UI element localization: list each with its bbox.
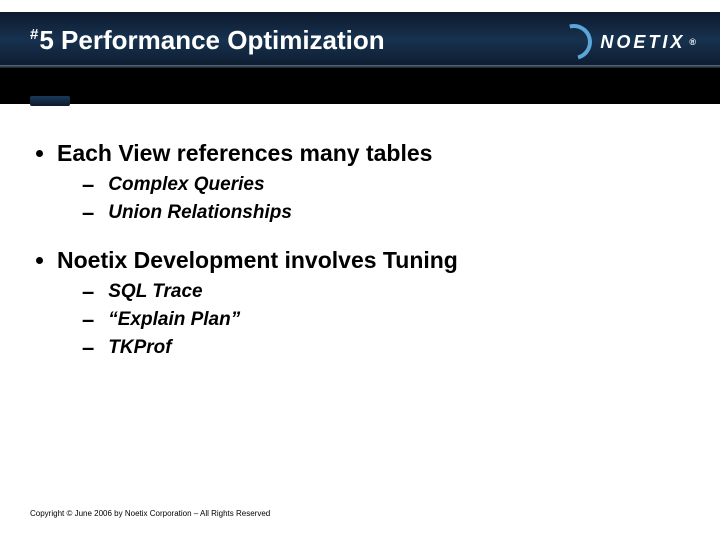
sub-text: Union Relationships	[108, 201, 292, 225]
slide-title: #5 Performance Optimization	[30, 25, 385, 56]
sub-list: –SQL Trace –“Explain Plan” –TKProf	[82, 280, 690, 360]
dash-icon: –	[82, 201, 94, 225]
list-item: –SQL Trace	[82, 280, 690, 304]
list-item: Each View references many tables –Comple…	[36, 140, 690, 225]
registered-mark: ®	[689, 37, 696, 47]
bullet-list: Each View references many tables –Comple…	[36, 140, 690, 360]
bullet-text: Noetix Development involves Tuning	[57, 247, 458, 274]
accent-tab	[30, 96, 70, 106]
list-item: Noetix Development involves Tuning –SQL …	[36, 247, 690, 360]
bullet-icon	[36, 257, 43, 264]
content-area: Each View references many tables –Comple…	[36, 140, 690, 382]
list-item: –“Explain Plan”	[82, 308, 690, 332]
dash-icon: –	[82, 280, 94, 304]
sub-text: SQL Trace	[108, 280, 202, 304]
list-item: –TKProf	[82, 336, 690, 360]
title-number: 5	[39, 25, 53, 55]
dash-icon: –	[82, 336, 94, 360]
bullet-text: Each View references many tables	[57, 140, 432, 167]
dash-icon: –	[82, 173, 94, 197]
sub-list: –Complex Queries –Union Relationships	[82, 173, 690, 225]
logo: NOETIX ®	[556, 24, 696, 60]
list-item: –Union Relationships	[82, 201, 690, 225]
sub-text: TKProf	[108, 336, 171, 360]
sub-text: “Explain Plan”	[108, 308, 240, 332]
sub-bar	[0, 68, 720, 104]
copyright-footer: Copyright © June 2006 by Noetix Corporat…	[30, 509, 270, 518]
sub-text: Complex Queries	[108, 173, 264, 197]
dash-icon: –	[82, 308, 94, 332]
logo-text: NOETIX	[600, 32, 685, 53]
swoosh-icon	[550, 17, 599, 66]
bullet-icon	[36, 150, 43, 157]
title-text: Performance Optimization	[54, 25, 385, 55]
title-hash: #	[30, 26, 38, 43]
list-item: –Complex Queries	[82, 173, 690, 197]
